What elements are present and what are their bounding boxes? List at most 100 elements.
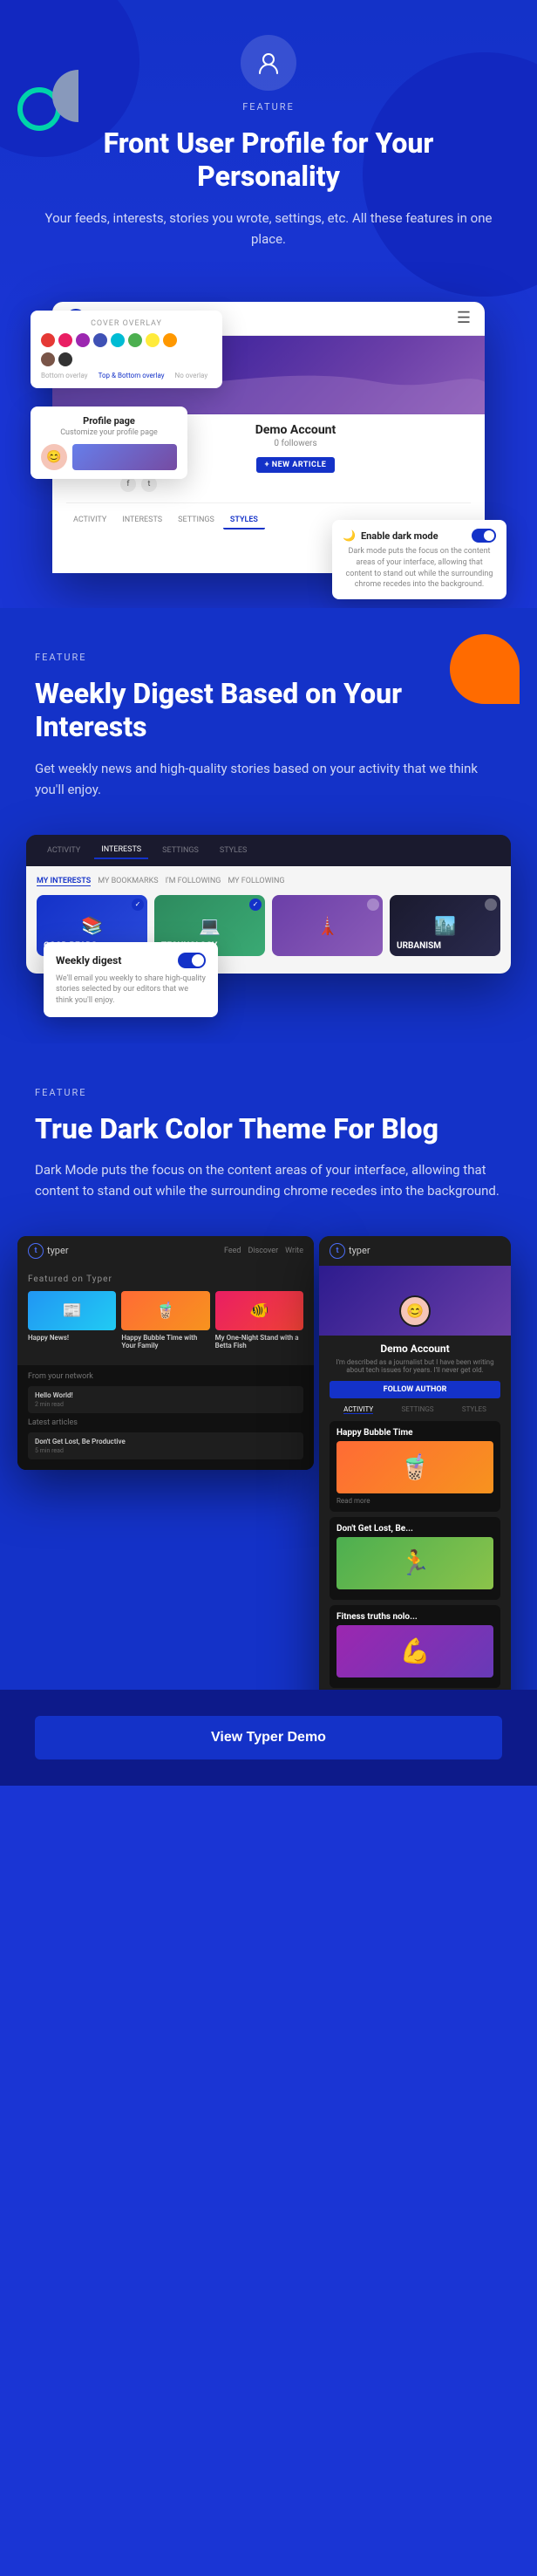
dark-article-title-1: Happy News! bbox=[28, 1334, 116, 1342]
section-title-profile: Front User Profile for Your Personality bbox=[35, 126, 502, 194]
tablet-tab-styles[interactable]: STYLES bbox=[213, 843, 255, 858]
dark-phone-mockup: t typer 😊 Demo Account I'm described as … bbox=[319, 1236, 511, 1690]
dark-nav-item-3[interactable]: Write bbox=[285, 1247, 303, 1255]
dark-card-title: Enable dark mode bbox=[361, 530, 438, 542]
dark-phone-logo-icon: t bbox=[330, 1243, 345, 1259]
moon-icon: 🌙 bbox=[343, 530, 356, 542]
dark-featured: Featured on Typer 📰 Happy News! 🧋 Happy … bbox=[17, 1266, 314, 1365]
dark-post-title-2: Don't Get Lost, Be Productive bbox=[35, 1438, 296, 1445]
dark-article-img-2: 🧋 bbox=[121, 1291, 209, 1330]
dark-phone-content: Demo Account I'm described as a journali… bbox=[319, 1336, 511, 1690]
view-demo-button[interactable]: View Typer Demo bbox=[35, 1716, 502, 1759]
dark-post-meta-1: 2 min read bbox=[35, 1401, 296, 1408]
tablet-tab-activity[interactable]: ACTIVITY bbox=[40, 843, 87, 858]
dark-mockup-container: t typer Feed Discover Write Featured on … bbox=[35, 1236, 502, 1690]
color-dot-purple[interactable] bbox=[76, 333, 90, 347]
dark-phone-tab-styles[interactable]: STYLES bbox=[462, 1405, 486, 1414]
dark-nav-item-1[interactable]: Feed bbox=[224, 1247, 241, 1255]
deco-circle-gray bbox=[52, 70, 105, 122]
dark-laptop-mockup: t typer Feed Discover Write Featured on … bbox=[17, 1236, 314, 1470]
subtab-my-following[interactable]: MY FOLLOWING bbox=[228, 877, 284, 886]
dark-card-toggle-switch[interactable] bbox=[472, 529, 496, 543]
section-label-digest: FEATURE bbox=[35, 652, 502, 663]
overlay-opt3[interactable]: No overlay bbox=[175, 372, 208, 379]
color-dot-dark[interactable] bbox=[58, 352, 72, 366]
floating-digest-card: Weekly digest We'll email you weekly to … bbox=[44, 942, 218, 1017]
dark-post-title-1: Hello World! bbox=[35, 1391, 296, 1399]
dark-phone-card-img-2: 🏃 bbox=[336, 1537, 493, 1589]
floating-profile-title: Profile page bbox=[41, 415, 177, 427]
dark-article-3: 🐠 My One-Night Stand with a Betta Fish bbox=[215, 1291, 303, 1349]
dark-phone-header: t typer bbox=[319, 1236, 511, 1266]
dark-phone-avatar: 😊 bbox=[399, 1295, 431, 1327]
section-digest: FEATURE Weekly Digest Based on Your Inte… bbox=[0, 608, 537, 1043]
dark-phone-card-desc-1: Read more bbox=[336, 1497, 493, 1505]
subtab-my-interests[interactable]: MY INTERESTS bbox=[37, 877, 91, 886]
dark-network: From your network Hello World! 2 min rea… bbox=[17, 1365, 314, 1470]
dark-latest-title: Latest articles bbox=[28, 1418, 303, 1427]
overlay-opt2[interactable]: Top & Bottom overlay bbox=[99, 372, 165, 379]
dark-post-meta-2: 5 min read bbox=[35, 1447, 296, 1454]
digest-toggle-switch[interactable] bbox=[178, 953, 206, 968]
color-dots-row2 bbox=[41, 352, 212, 366]
interest-label-urbanism: URBANISM bbox=[397, 941, 441, 951]
tab-interests[interactable]: INTERESTS bbox=[115, 512, 169, 530]
dark-phone-card-2: Don't Get Lost, Be... 🏃 bbox=[330, 1517, 500, 1600]
section-desc-dark: Dark Mode puts the focus on the content … bbox=[35, 1159, 502, 1201]
dark-phone-card-img-3: 💪 bbox=[336, 1625, 493, 1677]
dark-logo-text: typer bbox=[47, 1245, 69, 1256]
color-dots bbox=[41, 333, 212, 347]
tablet-tab-settings[interactable]: SETTINGS bbox=[155, 843, 206, 858]
dark-article-2: 🧋 Happy Bubble Time with Your Family bbox=[121, 1291, 209, 1349]
interest-check-good-reads: ✓ bbox=[132, 899, 144, 911]
overlay-labels: Bottom overlay Top & Bottom overlay No o… bbox=[41, 372, 212, 379]
hamburger-icon[interactable]: ☰ bbox=[457, 309, 471, 327]
dark-phone-tab-activity[interactable]: ACTIVITY bbox=[343, 1405, 373, 1414]
dark-network-title: From your network bbox=[28, 1372, 303, 1381]
dark-phone-card-1: Happy Bubble Time 🧋 Read more bbox=[330, 1421, 500, 1512]
preview-banner bbox=[72, 444, 177, 470]
dark-phone-logo: t typer bbox=[330, 1243, 370, 1259]
overlay-opt1[interactable]: Bottom overlay bbox=[41, 372, 88, 379]
dark-logo: t typer bbox=[28, 1243, 69, 1259]
floating-dark-mode-card: 🌙 Enable dark mode Dark mode puts the fo… bbox=[332, 520, 506, 598]
digest-card-title: Weekly digest bbox=[56, 954, 121, 967]
color-dot-pink[interactable] bbox=[58, 333, 72, 347]
color-dot-cyan[interactable] bbox=[111, 333, 125, 347]
dark-phone-tab-settings[interactable]: SETTINGS bbox=[401, 1405, 433, 1414]
dark-phone-card-title-3: Fitness truths nolo... bbox=[336, 1612, 493, 1622]
tab-settings[interactable]: SETTINGS bbox=[171, 512, 221, 530]
new-article-button[interactable]: + NEW ARTICLE bbox=[256, 457, 336, 473]
tab-activity[interactable]: ACTIVITY bbox=[66, 512, 113, 530]
dark-phone-desc: I'm described as a journalist but I have… bbox=[330, 1358, 500, 1374]
tablet-header: ACTIVITY INTERESTS SETTINGS STYLES bbox=[26, 835, 511, 866]
color-dot-green[interactable] bbox=[128, 333, 142, 347]
dark-phone-card-title-2: Don't Get Lost, Be... bbox=[336, 1524, 493, 1534]
dark-logo-icon: t bbox=[28, 1243, 44, 1259]
dark-phone-card-3: Fitness truths nolo... 💪 bbox=[330, 1605, 500, 1688]
dark-article-title-2: Happy Bubble Time with Your Family bbox=[121, 1334, 209, 1349]
colors-label: COVER OVERLAY bbox=[41, 319, 212, 328]
tab-styles[interactable]: STYLES bbox=[223, 512, 265, 530]
color-dot-red[interactable] bbox=[41, 333, 55, 347]
tablet-tab-interests[interactable]: INTERESTS bbox=[94, 842, 148, 859]
digest-card-desc: We'll email you weekly to share high-qua… bbox=[56, 974, 206, 1007]
floating-profile-card: Profile page Customize your profile page… bbox=[31, 407, 187, 479]
digest-subtabs: MY INTERESTS MY BOOKMARKS I'M FOLLOWING … bbox=[37, 877, 500, 886]
dark-post-1: Hello World! 2 min read bbox=[28, 1386, 303, 1413]
cta-section: View Typer Demo bbox=[0, 1690, 537, 1786]
dark-nav-item-2[interactable]: Discover bbox=[248, 1247, 278, 1255]
section-title-dark: True Dark Color Theme For Blog bbox=[35, 1112, 502, 1145]
section-icon bbox=[241, 35, 296, 91]
color-dot-brown[interactable] bbox=[41, 352, 55, 366]
dark-article-img-3: 🐠 bbox=[215, 1291, 303, 1330]
subtab-following[interactable]: I'M FOLLOWING bbox=[166, 877, 221, 886]
color-dot-indigo[interactable] bbox=[93, 333, 107, 347]
subtab-my-bookmarks[interactable]: MY BOOKMARKS bbox=[98, 877, 158, 886]
color-dot-orange[interactable] bbox=[163, 333, 177, 347]
dark-follow-button[interactable]: FOLLOW AUTHOR bbox=[330, 1381, 500, 1398]
interest-card-travel[interactable]: 🗼 bbox=[272, 895, 383, 956]
interest-card-urbanism[interactable]: 🏙️ URBANISM bbox=[390, 895, 500, 956]
color-dot-yellow[interactable] bbox=[146, 333, 160, 347]
dark-nav: Feed Discover Write bbox=[224, 1247, 303, 1255]
